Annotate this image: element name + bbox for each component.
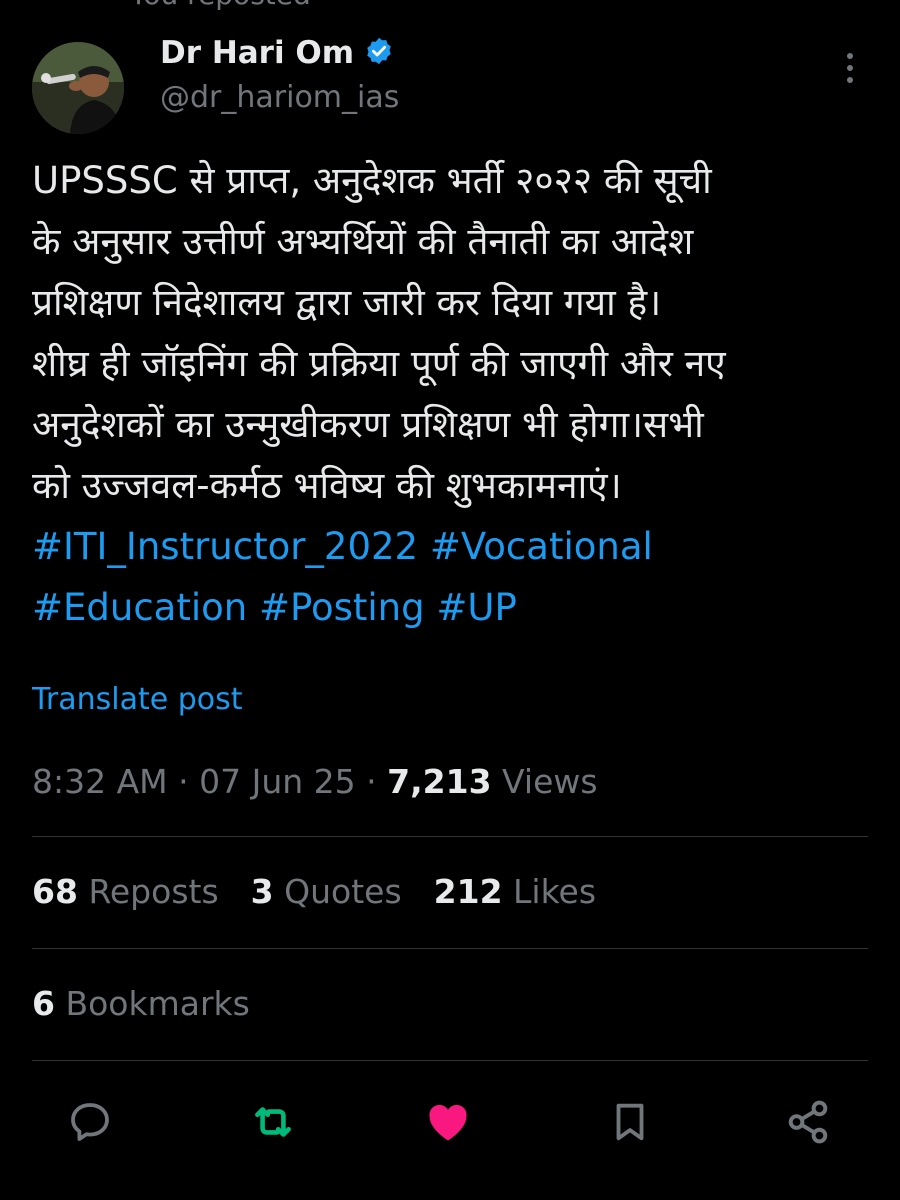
bookmarks-count: 6 <box>32 984 55 1023</box>
repost-icon <box>255 1107 291 1137</box>
name-row: Dr Hari Om <box>160 30 399 76</box>
tweet-time[interactable]: 8:32 AM <box>32 762 168 801</box>
quotes-label: Quotes <box>284 872 402 911</box>
like-button[interactable] <box>418 1092 478 1152</box>
tweet-date[interactable]: 07 Jun 25 <box>199 762 356 801</box>
meta-separator: · <box>178 762 200 801</box>
author-block: Dr Hari Om @dr_hariom_ias <box>160 30 399 115</box>
hashtag-links[interactable]: #Education #Posting #UP <box>32 577 868 638</box>
reply-button[interactable] <box>60 1092 120 1152</box>
translate-post-link[interactable]: Translate post <box>32 682 243 717</box>
likes-count: 212 <box>433 872 503 911</box>
more-vertical-icon <box>847 53 853 83</box>
views-label: Views <box>502 762 598 801</box>
divider <box>32 1060 868 1061</box>
share-icon <box>788 1100 828 1144</box>
reposts-label: Reposts <box>88 872 219 911</box>
tweet-text: UPSSSC से प्राप्त, अनुदेशक भर्ती २०२२ की… <box>32 150 868 638</box>
divider <box>32 836 868 837</box>
tweet-line: शीघ्र ही जॉइनिंग की प्रक्रिया पूर्ण की ज… <box>32 342 726 385</box>
reposts-stat[interactable]: 68 Reposts <box>32 872 219 911</box>
repost-context: You reposted <box>130 0 311 11</box>
like-icon <box>429 1104 467 1141</box>
likes-label: Likes <box>513 872 597 911</box>
action-bar <box>0 1092 900 1152</box>
reposts-count: 68 <box>32 872 78 911</box>
avatar-photo <box>32 42 124 134</box>
bookmarks-stat[interactable]: 6 Bookmarks <box>32 984 250 1023</box>
quotes-count: 3 <box>250 872 274 911</box>
tweet-line: प्रशिक्षण निदेशालय द्वारा जारी कर दिया ग… <box>32 281 662 324</box>
bookmark-icon <box>616 1103 644 1141</box>
author-handle[interactable]: @dr_hariom_ias <box>160 80 399 115</box>
likes-stat[interactable]: 212 Likes <box>434 872 596 911</box>
verified-badge-icon <box>364 36 394 70</box>
tweet-meta: 8:32 AM · 07 Jun 25 · 7,213 Views <box>32 762 598 801</box>
hashtag-links[interactable]: #ITI_Instructor_2022 #Vocational <box>32 516 868 577</box>
share-button[interactable] <box>778 1092 838 1152</box>
quotes-stat[interactable]: 3 Quotes <box>251 872 402 911</box>
avatar[interactable] <box>32 42 124 134</box>
repost-button[interactable] <box>243 1092 303 1152</box>
tweet-line: अनुदेशकों का उन्मुखीकरण प्रशिक्षण भी होग… <box>32 403 704 446</box>
bookmark-button[interactable] <box>600 1092 660 1152</box>
meta-separator: · <box>366 762 388 801</box>
reply-icon <box>71 1103 109 1141</box>
views-count: 7,213 <box>387 762 492 801</box>
author-display-name[interactable]: Dr Hari Om <box>160 35 354 71</box>
tweet-line: UPSSSC से प्राप्त, अनुदेशक भर्ती २०२२ की… <box>32 159 712 202</box>
tweet-line: के अनुसार उत्तीर्ण अभ्यर्थियों की तैनाती… <box>32 220 694 263</box>
tweet-line: को उज्जवल-कर्मठ भविष्य की शुभकामनाएं। <box>32 464 622 507</box>
engagement-stats: 68 Reposts 3 Quotes 212 Likes <box>32 872 596 911</box>
bookmarks-label: Bookmarks <box>65 984 250 1023</box>
more-options-button[interactable] <box>828 46 872 90</box>
divider <box>32 948 868 949</box>
